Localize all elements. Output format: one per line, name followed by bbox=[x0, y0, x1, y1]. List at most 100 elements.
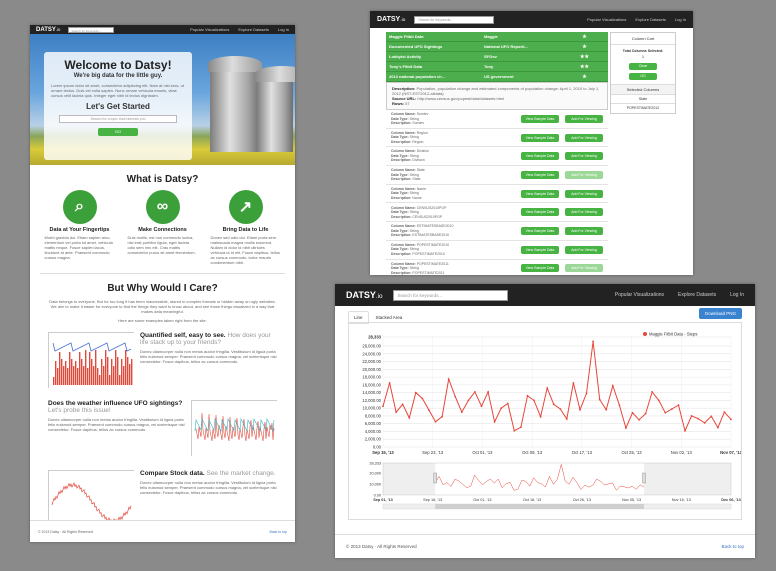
thumb-bar bbox=[127, 357, 129, 385]
dataset-row[interactable]: Tony's Fitbit Data Tony ★★ bbox=[386, 62, 608, 72]
view-sample-data-button[interactable]: View Sample Data bbox=[521, 170, 559, 179]
trend-icon: ↗ bbox=[228, 190, 263, 224]
view-sample-data-button[interactable]: View Sample Data bbox=[521, 189, 559, 198]
ufo-chart-thumbnail[interactable] bbox=[191, 400, 278, 457]
download-png-button[interactable]: Download PNG bbox=[698, 308, 742, 319]
add-for-viewing-button[interactable]: Add For Viewing bbox=[565, 189, 603, 198]
data-point bbox=[421, 397, 424, 400]
y-tick-label: 22,000.00 bbox=[362, 359, 381, 364]
steps-line-chart[interactable]: 28,333 26,000.00 24,000.00 22,000.00 20,000.… bbox=[349, 323, 743, 519]
what-heading: What is Datsy? bbox=[126, 174, 199, 185]
view-sample-data-button[interactable]: View Sample Data bbox=[521, 152, 559, 161]
thumb-bar bbox=[85, 350, 87, 385]
back-to-top-link[interactable]: Back to top bbox=[721, 544, 744, 549]
y-tick-label: 0.00 bbox=[373, 445, 382, 450]
data-point bbox=[500, 407, 503, 410]
view-sample-data-button[interactable]: View Sample Data bbox=[521, 208, 559, 217]
thumb-bar bbox=[125, 350, 127, 385]
view-sample-data-button[interactable]: View Sample Data bbox=[521, 226, 559, 235]
data-point bbox=[598, 398, 601, 401]
add-for-viewing-button[interactable]: Add For Viewing bbox=[565, 152, 603, 161]
data-point bbox=[730, 418, 732, 421]
add-for-viewing-button[interactable]: Add For Viewing bbox=[565, 114, 603, 123]
data-point bbox=[559, 408, 562, 410]
data-point bbox=[677, 404, 680, 406]
chart-panel: 28,333 26,000.00 24,000.00 22,000.00 20,000.… bbox=[348, 322, 743, 520]
logo[interactable]: DATSY.io bbox=[346, 290, 383, 300]
showcase-title: Compare Stock data. See the market chang… bbox=[140, 470, 276, 477]
data-point bbox=[414, 391, 417, 394]
add-for-viewing-button[interactable]: Add For Viewing bbox=[565, 226, 603, 235]
thumb-bar bbox=[129, 364, 131, 385]
view-sample-data-button[interactable]: View Sample Data bbox=[521, 245, 559, 254]
go-button[interactable]: GO bbox=[98, 128, 138, 136]
nav-search-input[interactable]: Search for keywords... bbox=[392, 289, 508, 301]
nav-link-log-in[interactable]: Log In bbox=[730, 292, 744, 298]
logo[interactable]: DATSY.io bbox=[36, 27, 60, 33]
nav-link-explore-datasets[interactable]: Explore Datasets bbox=[678, 292, 716, 298]
view-sample-data-button[interactable]: View Sample Data bbox=[521, 133, 559, 142]
cart-go-button[interactable]: GO bbox=[629, 73, 657, 80]
clear-button[interactable]: Clear bbox=[629, 63, 657, 70]
magnifier-icon: ⌕ bbox=[62, 190, 97, 224]
feature-text: Duis mollis, est non commodo luctus, nis… bbox=[127, 235, 196, 255]
navigator-right-handle[interactable] bbox=[642, 472, 646, 484]
stock-chart-thumbnail[interactable] bbox=[48, 470, 135, 521]
showcase-text: Donec ullamcorper nulla non metus auctor… bbox=[48, 417, 185, 432]
nav-search-input[interactable]: Search for keywords... bbox=[68, 26, 115, 33]
fitbit-chart-thumbnail[interactable] bbox=[48, 332, 135, 389]
dataset-row[interactable]: Maggie Fitbit Data Maggie ★ bbox=[386, 32, 608, 42]
feature-card: ↗ Bring Data to Life Donec sed odio dui.… bbox=[211, 190, 281, 265]
y-tick-label: 2,000.00 bbox=[365, 437, 382, 442]
nav-link-explore-datasets[interactable]: Explore Datasets bbox=[635, 17, 665, 22]
add-for-viewing-button[interactable]: Add For Viewing bbox=[565, 208, 603, 217]
data-point bbox=[684, 429, 686, 432]
dataset-row[interactable]: Lobbyist Activity SFGov ★★ bbox=[386, 52, 608, 62]
thumb-bar bbox=[117, 357, 119, 385]
logo[interactable]: DATSY.io bbox=[377, 16, 405, 23]
dataset-row[interactable]: Documented UFO Sightings National UFO Rep… bbox=[386, 42, 608, 52]
source-url-link[interactable]: http://www.census.gov/popest/data/datase… bbox=[417, 96, 504, 101]
nav-link-popular-visualizations[interactable]: Popular Visualizations bbox=[615, 292, 664, 298]
data-point bbox=[382, 405, 384, 408]
add-for-viewing-button[interactable]: Add For Viewing bbox=[565, 264, 603, 273]
data-point bbox=[487, 391, 489, 393]
nav-search-input[interactable]: Search for keywords... bbox=[414, 15, 495, 24]
nav-link-log-in[interactable]: Log In bbox=[675, 17, 686, 22]
navigator-x-tick-label: Oct 26, '13 bbox=[573, 498, 591, 502]
x-tick-label: Oct 17, '13 bbox=[572, 450, 593, 455]
cta-heading: Let's Get Started bbox=[86, 102, 150, 111]
back-to-top-link[interactable]: Back to top bbox=[269, 530, 287, 534]
chart-scrollbar-thumb[interactable] bbox=[435, 504, 644, 509]
nav-link-explore-datasets[interactable]: Explore Datasets bbox=[238, 27, 268, 32]
data-point bbox=[533, 399, 535, 402]
y-tick-label: 24,000.00 bbox=[362, 351, 381, 356]
thumb-bar bbox=[79, 352, 81, 385]
dataset-description: Population, population change and estima… bbox=[392, 86, 600, 96]
nav-link-popular-visualizations[interactable]: Popular Visualizations bbox=[587, 17, 626, 22]
data-point bbox=[408, 417, 411, 419]
navigator-mask-right bbox=[644, 463, 731, 495]
selected-column-item[interactable]: POPESTIMATE2012 bbox=[611, 103, 675, 113]
legend-marker bbox=[643, 332, 647, 336]
thumb-bar bbox=[75, 361, 77, 385]
y-tick-label: 18,000.00 bbox=[362, 375, 381, 380]
dataset-row-selected[interactable]: 2013 national population ch... US governm… bbox=[386, 72, 608, 82]
add-for-viewing-button[interactable]: Add For Viewing bbox=[565, 170, 603, 179]
topic-search-input[interactable]: Search for a topic that interests you bbox=[59, 115, 177, 123]
navigator-left-handle[interactable] bbox=[433, 472, 437, 484]
y-tick-label: 14,000.00 bbox=[362, 390, 381, 395]
thumb-bar bbox=[113, 366, 115, 385]
add-for-viewing-button[interactable]: Add For Viewing bbox=[565, 245, 603, 254]
data-point bbox=[441, 415, 443, 418]
view-sample-data-button[interactable]: View Sample Data bbox=[521, 264, 559, 273]
column-cart: Column Cart Total Columns Selected: 1 Cl… bbox=[610, 32, 676, 114]
data-point bbox=[631, 411, 634, 414]
thumb-bar bbox=[71, 359, 73, 385]
hero-subtitle: We're big data for the little guy. bbox=[73, 73, 163, 79]
nav-link-popular-visualizations[interactable]: Popular Visualizations bbox=[190, 27, 229, 32]
add-for-viewing-button[interactable]: Add For Viewing bbox=[565, 133, 603, 142]
view-sample-data-button[interactable]: View Sample Data bbox=[521, 114, 559, 123]
nav-link-log-in[interactable]: Log In bbox=[278, 27, 289, 32]
y-tick-label: 8,000.00 bbox=[365, 413, 382, 418]
